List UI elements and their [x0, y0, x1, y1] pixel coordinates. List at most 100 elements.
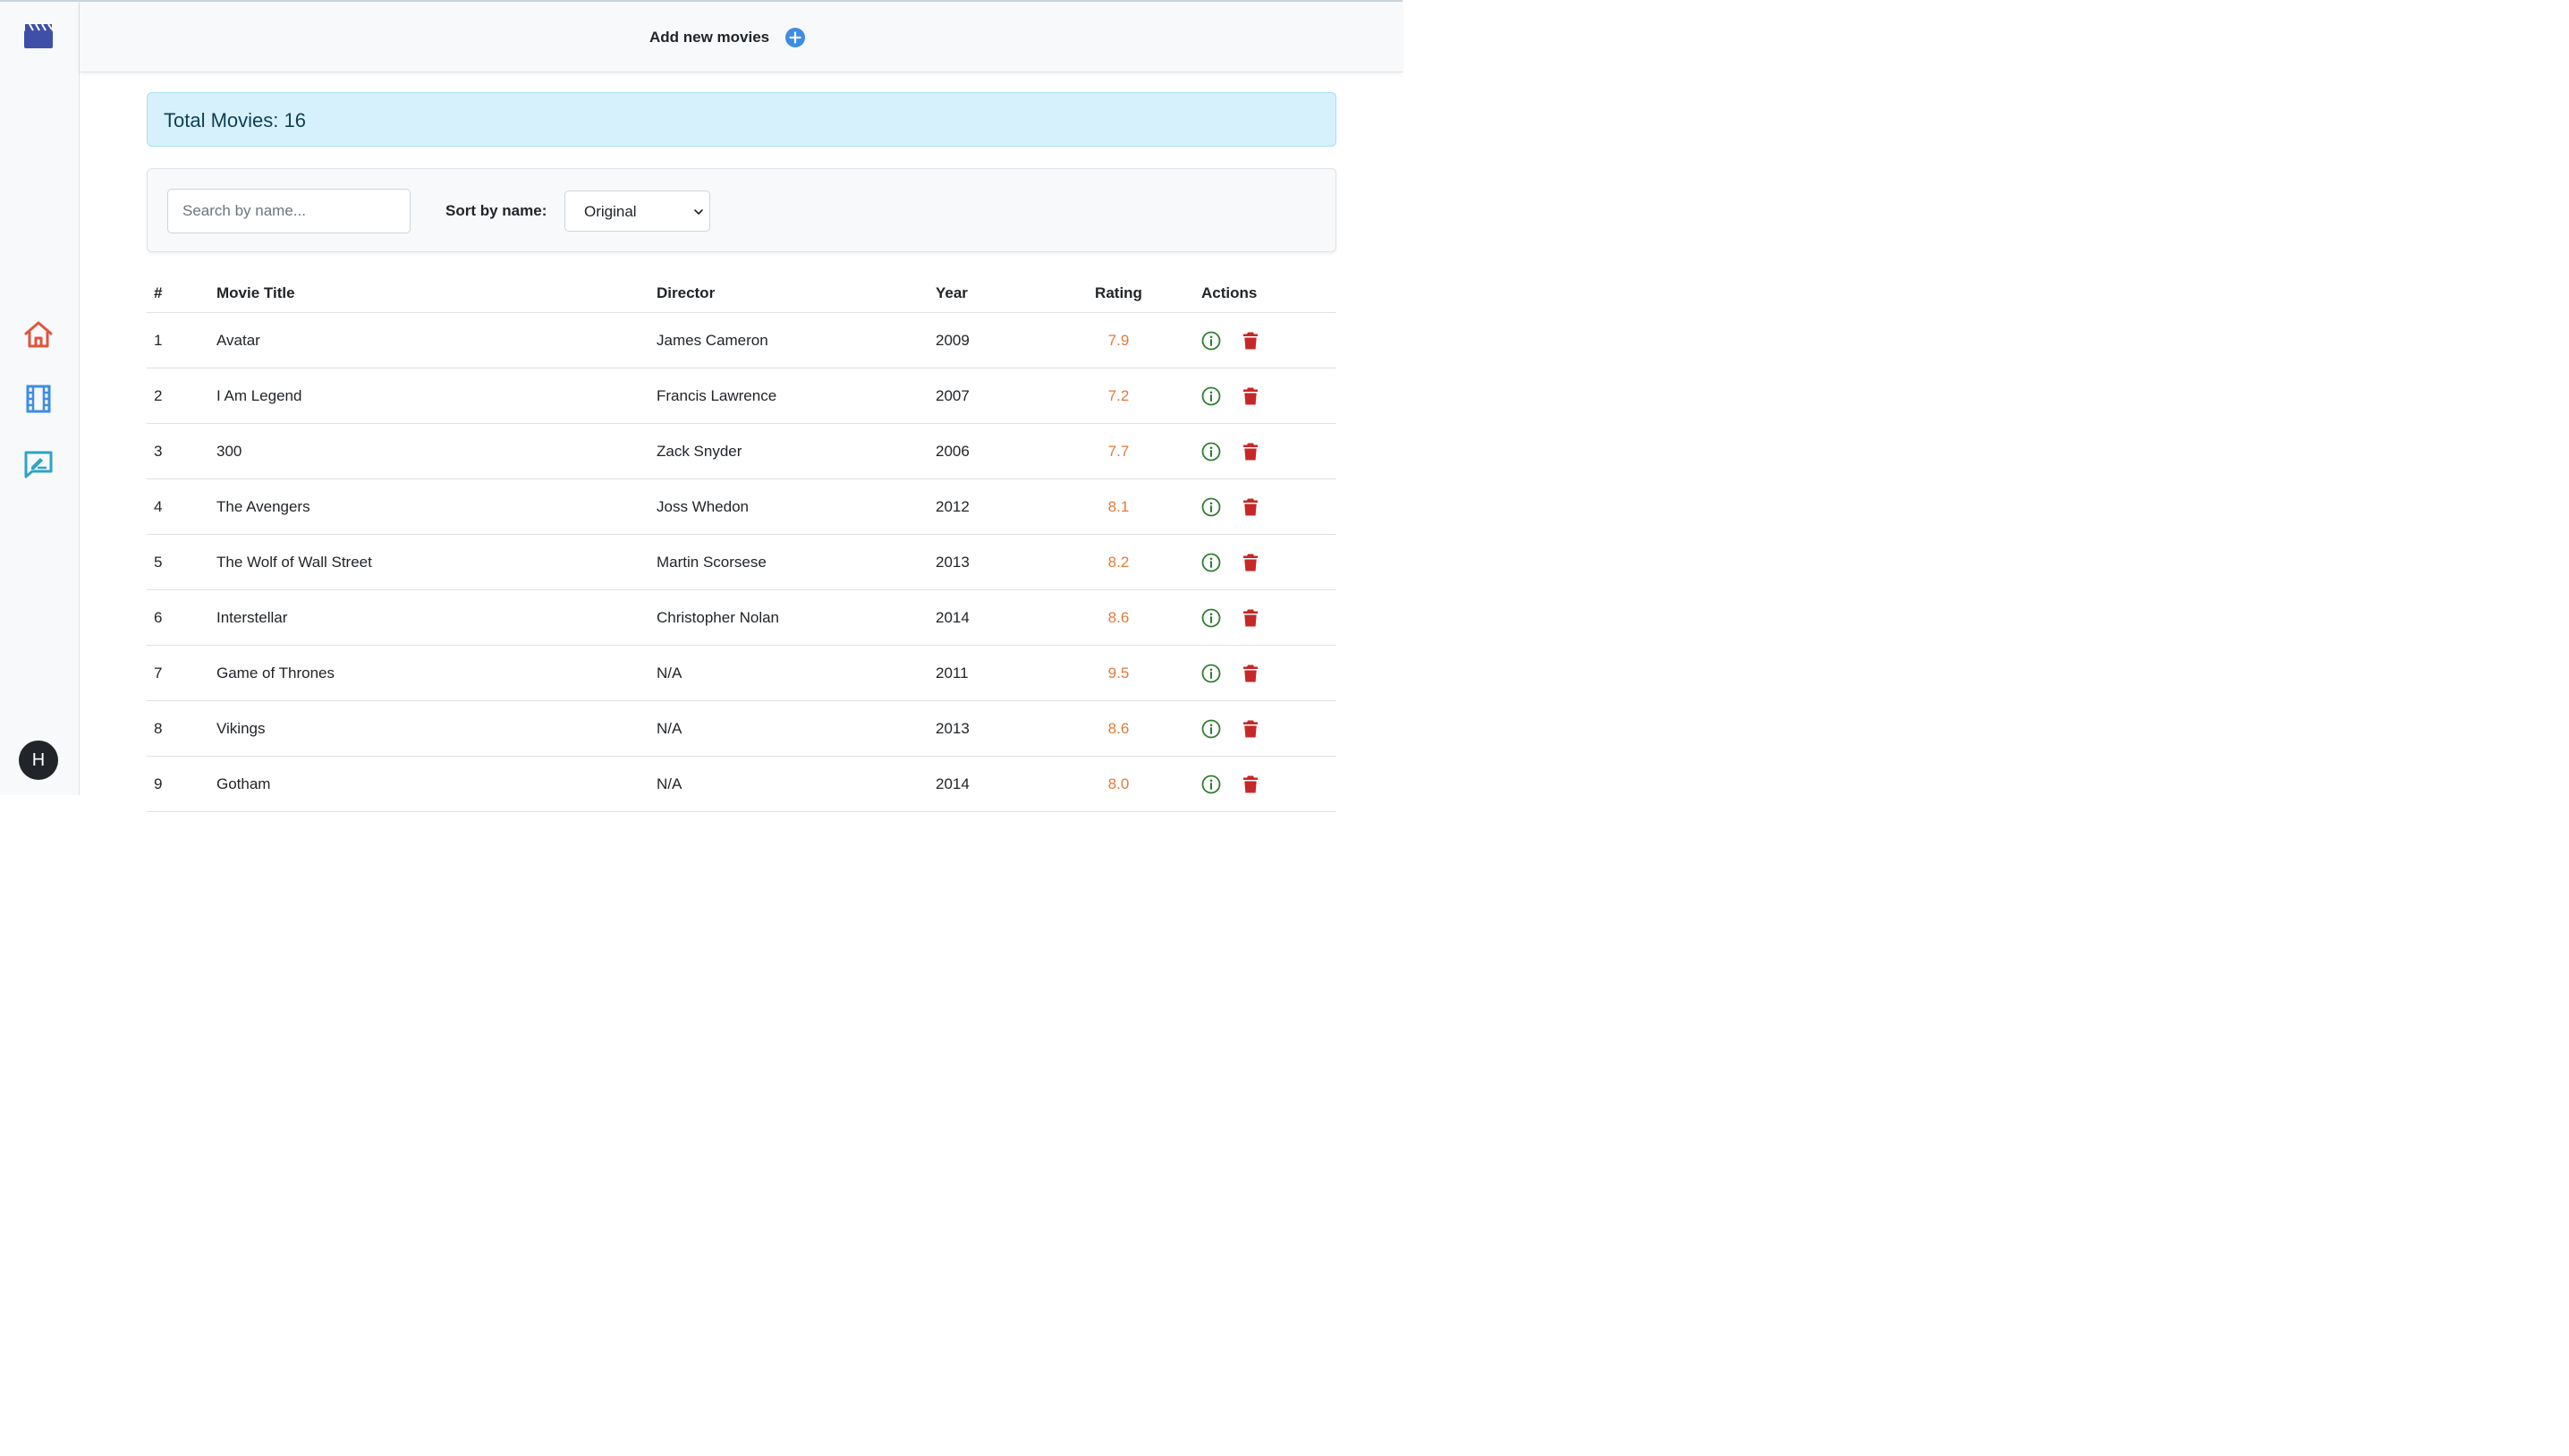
- plus-circle-icon[interactable]: [785, 28, 806, 47]
- movie-director: Francis Lawrence: [657, 368, 936, 424]
- row-number: 1: [147, 312, 216, 368]
- info-icon[interactable]: [1201, 497, 1221, 517]
- movie-title: Avatar: [216, 312, 657, 368]
- movie-title: The Wolf of Wall Street: [216, 534, 657, 590]
- row-actions: [1187, 368, 1336, 424]
- actions-group: [1201, 608, 1336, 628]
- trash-icon[interactable]: [1241, 719, 1260, 739]
- table-body: 1 Avatar James Cameron 2009 7.9 2 I Am L…: [147, 312, 1336, 812]
- row-actions: [1187, 423, 1336, 479]
- movie-director: Zack Snyder: [657, 423, 936, 479]
- table-row: 1 Avatar James Cameron 2009 7.9: [147, 312, 1336, 368]
- info-icon[interactable]: [1201, 719, 1221, 739]
- row-actions: [1187, 700, 1336, 757]
- movie-title: 300: [216, 423, 657, 479]
- avatar[interactable]: H: [19, 741, 58, 780]
- table-row: 3 300 Zack Snyder 2006 7.7: [147, 423, 1336, 479]
- movie-director: Christopher Nolan: [657, 589, 936, 646]
- add-new-movies-label: Add new movies: [649, 29, 770, 46]
- info-icon[interactable]: [1201, 775, 1221, 794]
- row-actions: [1187, 645, 1336, 701]
- chevron-down-icon: [694, 209, 703, 215]
- actions-group: [1201, 442, 1336, 461]
- column-header-number[interactable]: #: [147, 274, 216, 313]
- info-icon[interactable]: [1201, 553, 1221, 572]
- movie-title: Interstellar: [216, 589, 657, 646]
- table-row: 2 I Am Legend Francis Lawrence 2007 7.2: [147, 368, 1336, 424]
- movie-director: N/A: [657, 756, 936, 812]
- movie-rating: 7.9: [1050, 312, 1187, 368]
- movie-year: 2009: [936, 312, 1050, 368]
- row-number: 6: [147, 589, 216, 646]
- trash-icon[interactable]: [1241, 608, 1260, 628]
- table-row: 7 Game of Thrones N/A 2011 9.5: [147, 645, 1336, 701]
- movie-year: 2012: [936, 478, 1050, 535]
- table-header-row: # Movie Title Director Year Rating Actio…: [147, 274, 1336, 313]
- sort-label: Sort by name:: [445, 202, 547, 219]
- sort-select[interactable]: Original: [564, 190, 710, 232]
- top-header: Add new movies: [80, 2, 1403, 72]
- trash-icon[interactable]: [1241, 386, 1260, 406]
- trash-icon[interactable]: [1241, 497, 1260, 517]
- movie-year: 2013: [936, 534, 1050, 590]
- movie-year: 2007: [936, 368, 1050, 424]
- movie-year: 2014: [936, 756, 1050, 812]
- table-row: 5 The Wolf of Wall Street Martin Scorses…: [147, 534, 1336, 590]
- movie-year: 2013: [936, 700, 1050, 757]
- row-actions: [1187, 478, 1336, 535]
- movie-year: 2011: [936, 645, 1050, 701]
- movie-director: N/A: [657, 645, 936, 701]
- column-header-title[interactable]: Movie Title: [216, 274, 657, 313]
- table-row: 9 Gotham N/A 2014 8.0: [147, 756, 1336, 812]
- row-number: 2: [147, 368, 216, 424]
- column-header-actions: Actions: [1187, 274, 1336, 313]
- avatar-initial: H: [31, 749, 46, 770]
- column-header-director[interactable]: Director: [657, 274, 936, 313]
- movie-director: James Cameron: [657, 312, 936, 368]
- movie-rating: 8.1: [1050, 478, 1187, 535]
- info-icon[interactable]: [1201, 331, 1221, 351]
- actions-group: [1201, 775, 1336, 794]
- actions-group: [1201, 719, 1336, 739]
- info-icon[interactable]: [1201, 442, 1221, 461]
- review-icon[interactable]: [21, 448, 55, 480]
- trash-icon[interactable]: [1241, 442, 1260, 461]
- trash-icon[interactable]: [1241, 664, 1260, 683]
- trash-icon[interactable]: [1241, 331, 1260, 351]
- info-icon[interactable]: [1201, 664, 1221, 683]
- search-input[interactable]: [167, 189, 411, 233]
- add-new-movies-button[interactable]: Add new movies: [649, 26, 806, 49]
- actions-group: [1201, 553, 1336, 572]
- info-icon[interactable]: [1201, 386, 1221, 406]
- column-header-rating[interactable]: Rating: [1050, 274, 1187, 313]
- actions-group: [1201, 331, 1336, 351]
- movie-rating: 8.6: [1050, 700, 1187, 757]
- movie-year: 2006: [936, 423, 1050, 479]
- row-actions: [1187, 534, 1336, 590]
- movie-rating: 8.2: [1050, 534, 1187, 590]
- actions-group: [1201, 497, 1336, 517]
- actions-group: [1201, 386, 1336, 406]
- movies-table: # Movie Title Director Year Rating Actio…: [147, 274, 1336, 812]
- movie-title: Game of Thrones: [216, 645, 657, 701]
- clapperboard-icon[interactable]: [21, 20, 55, 52]
- row-actions: [1187, 312, 1336, 368]
- film-icon[interactable]: [21, 383, 55, 415]
- row-number: 7: [147, 645, 216, 701]
- home-icon[interactable]: [21, 318, 55, 351]
- trash-icon[interactable]: [1241, 775, 1260, 794]
- movie-title: I Am Legend: [216, 368, 657, 424]
- info-icon[interactable]: [1201, 608, 1221, 628]
- movie-director: N/A: [657, 700, 936, 757]
- row-number: 9: [147, 756, 216, 812]
- sort-select-value: Original: [584, 203, 637, 220]
- movie-rating: 7.7: [1050, 423, 1187, 479]
- row-actions: [1187, 756, 1336, 812]
- total-movies-text: Total Movies: 16: [164, 109, 306, 131]
- table-header: # Movie Title Director Year Rating Actio…: [147, 274, 1336, 313]
- filter-card: Sort by name: Original: [147, 168, 1336, 252]
- table-row: 4 The Avengers Joss Whedon 2012 8.1: [147, 478, 1336, 535]
- trash-icon[interactable]: [1241, 553, 1260, 572]
- column-header-year[interactable]: Year: [936, 274, 1050, 313]
- movie-director: Joss Whedon: [657, 478, 936, 535]
